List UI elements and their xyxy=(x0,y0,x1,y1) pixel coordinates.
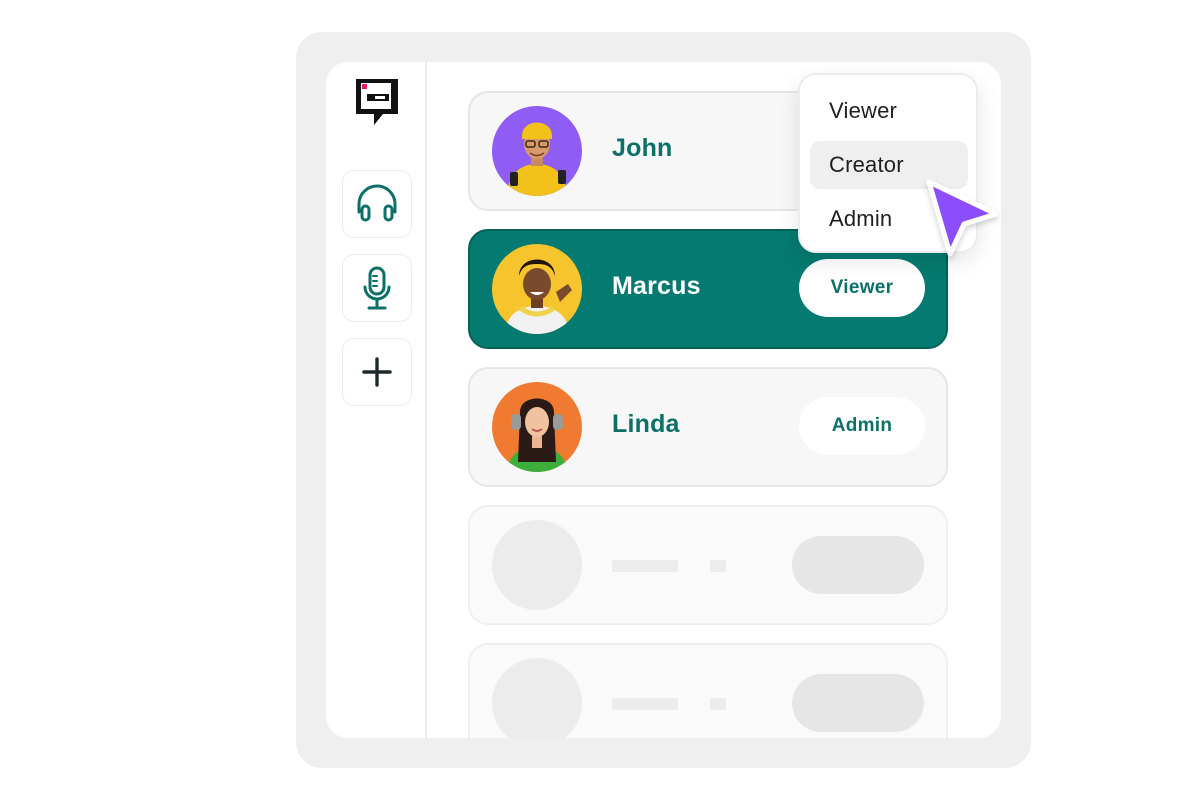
pointer-cursor-icon xyxy=(920,174,1006,266)
user-name: Marcus xyxy=(612,272,701,300)
sidebar xyxy=(326,62,427,738)
placeholder-pill xyxy=(792,536,924,594)
role-button[interactable]: Admin xyxy=(799,397,925,455)
placeholder-avatar xyxy=(492,520,582,610)
placeholder-line xyxy=(710,560,726,572)
user-name: John xyxy=(612,134,673,162)
menu-item-viewer[interactable]: Viewer xyxy=(810,87,968,135)
microphone-icon xyxy=(360,265,394,311)
role-button[interactable]: Viewer xyxy=(799,259,925,317)
add-button[interactable] xyxy=(342,338,412,406)
avatar xyxy=(492,382,582,472)
user-name: Linda xyxy=(612,410,680,438)
headphones-icon xyxy=(355,184,399,224)
placeholder-card xyxy=(468,505,948,625)
plus-icon xyxy=(361,356,393,388)
placeholder-line xyxy=(612,560,678,572)
placeholder-card xyxy=(468,643,948,738)
user-card-linda[interactable]: Linda Admin xyxy=(468,367,948,487)
headphones-button[interactable] xyxy=(342,170,412,238)
placeholder-line xyxy=(710,698,726,710)
app-logo xyxy=(353,76,401,128)
avatar xyxy=(492,106,582,196)
placeholder-pill xyxy=(792,674,924,732)
placeholder-line xyxy=(612,698,678,710)
microphone-button[interactable] xyxy=(342,254,412,322)
avatar xyxy=(492,244,582,334)
placeholder-avatar xyxy=(492,658,582,738)
